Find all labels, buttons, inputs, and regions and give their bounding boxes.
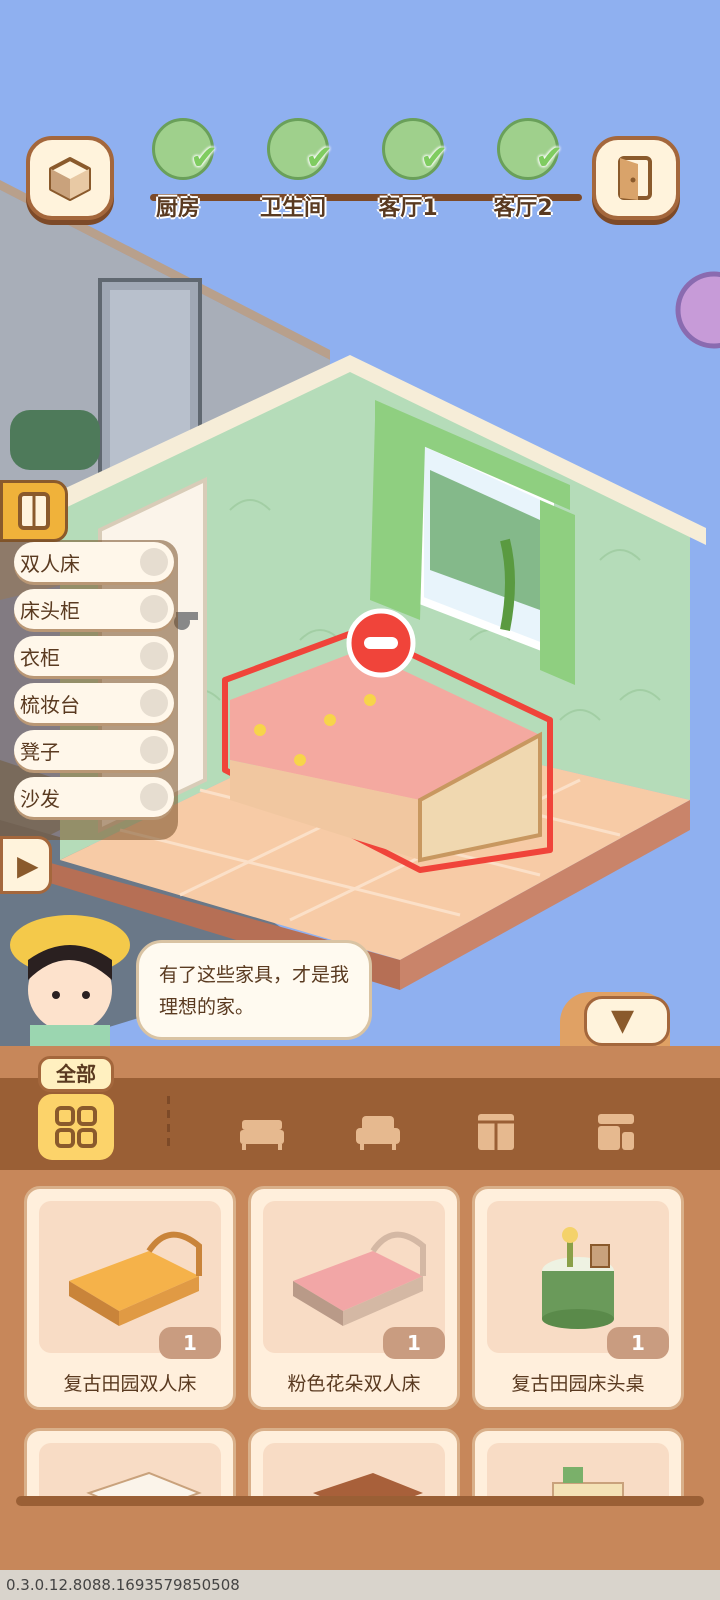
cabinet-icon (478, 1114, 514, 1150)
status-dot (140, 783, 168, 811)
bed-icon (240, 1120, 284, 1150)
room-label: 客厅2 (493, 196, 553, 221)
checklist-item[interactable]: 沙发 (14, 777, 174, 817)
grid-icon (55, 1106, 97, 1148)
checklist-label: 凳子 (20, 740, 60, 764)
dresser-icon (598, 1114, 634, 1150)
version-text: 0.3.0.12.8088.1693579850508 (6, 1576, 240, 1594)
item-name: 粉色花朵双人床 (287, 1373, 421, 1395)
item-count-badge: 1 (607, 1327, 669, 1359)
room-label: 厨房 (155, 196, 200, 221)
expand-panel-button[interactable]: ▶ (0, 836, 52, 894)
checklist-label: 双人床 (20, 552, 80, 576)
check-icon: ✔ (190, 138, 219, 178)
item-card[interactable]: 1 复古田园床头桌 (472, 1186, 684, 1410)
room-step-living-room-1[interactable]: ✔ 客厅1 (348, 118, 468, 228)
furniture-checklist: 双人床 床头柜 衣柜 梳妆台 凳子 沙发 (0, 540, 178, 840)
room-step-bathroom[interactable]: ✔ 卫生间 (233, 118, 353, 228)
dialog-bubble: 有了这些家具，才是我理想的家。 (136, 940, 372, 1040)
checklist-label: 沙发 (20, 787, 60, 811)
dialog-text: 有了这些家具，才是我理想的家。 (159, 964, 350, 1018)
item-card[interactable]: 1 复古田园双人床 (24, 1186, 236, 1410)
check-icon: ✔ (305, 138, 334, 178)
tab-dresser[interactable] (586, 1106, 646, 1156)
chevron-right-icon: ▶ (17, 849, 39, 882)
item-name: 复古田园床头桌 (511, 1373, 645, 1395)
tab-bed[interactable] (232, 1106, 292, 1156)
checklist-item[interactable]: 衣柜 (14, 636, 174, 676)
checklist-label: 床头柜 (20, 599, 80, 623)
checklist-label: 梳妆台 (20, 693, 80, 717)
item-row-2 (0, 1428, 720, 1506)
tab-all-label: 全部 (38, 1056, 114, 1092)
scroll-track (16, 1496, 704, 1506)
item-card[interactable] (248, 1428, 460, 1506)
view-toggle-button[interactable] (26, 136, 114, 220)
chevron-down-icon: ▼ (611, 1003, 635, 1038)
room-label: 卫生间 (259, 196, 326, 221)
tab-all[interactable] (38, 1094, 114, 1160)
checklist-item[interactable]: 梳妆台 (14, 683, 174, 723)
item-name: 复古田园双人床 (63, 1373, 197, 1395)
tab-cabinet[interactable] (466, 1106, 526, 1156)
room-step-kitchen[interactable]: ✔ 厨房 (118, 118, 238, 228)
checklist-item[interactable]: 双人床 (14, 542, 174, 582)
item-count-badge: 1 (383, 1327, 445, 1359)
wardrobe-tab-button[interactable] (0, 480, 68, 542)
item-card[interactable] (472, 1428, 684, 1506)
exit-button[interactable] (592, 136, 680, 220)
sofa-icon (356, 1116, 400, 1150)
room-step-living-room-2[interactable]: ✔ 客厅2 (463, 118, 583, 228)
tab-divider (167, 1096, 170, 1152)
door-icon (618, 156, 652, 200)
room-label: 客厅1 (378, 196, 438, 221)
item-count-badge: 1 (159, 1327, 221, 1359)
status-dot (140, 642, 168, 670)
wardrobe-icon (18, 492, 50, 530)
check-icon: ✔ (535, 138, 564, 178)
check-icon: ✔ (420, 138, 449, 178)
checklist-item[interactable]: 凳子 (14, 730, 174, 770)
tab-sofa[interactable] (348, 1106, 408, 1156)
remove-furniture-button[interactable] (349, 611, 413, 675)
collapse-panel-button[interactable]: ▼ (584, 996, 670, 1046)
item-card[interactable] (24, 1428, 236, 1506)
cube-icon (49, 157, 91, 201)
status-dot (140, 689, 168, 717)
item-card[interactable]: 1 粉色花朵双人床 (248, 1186, 460, 1410)
status-dot (140, 736, 168, 764)
checklist-item[interactable]: 床头柜 (14, 589, 174, 629)
status-dot (140, 548, 168, 576)
checklist-label: 衣柜 (20, 646, 60, 670)
status-dot (140, 595, 168, 623)
